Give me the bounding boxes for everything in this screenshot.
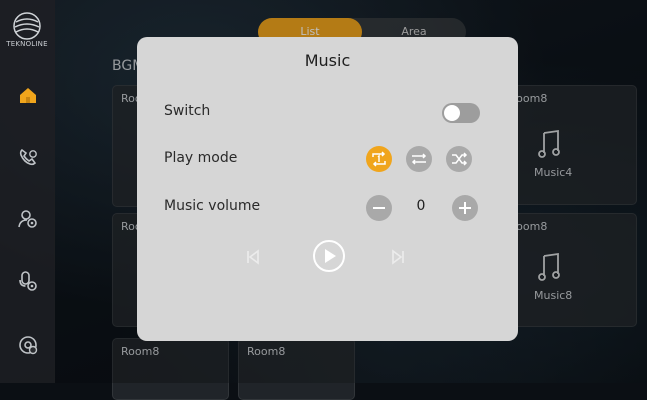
user-settings-icon[interactable] — [17, 208, 39, 230]
switch-label: Switch — [164, 103, 211, 119]
play-mode-label: Play mode — [164, 150, 238, 166]
music-dialog: Music Switch Play mode Music volume 0 — [137, 37, 518, 341]
settings-icon[interactable] — [17, 334, 39, 356]
repeat-one-icon — [372, 151, 386, 167]
repeat-one-button[interactable] — [366, 146, 392, 172]
music-switch-toggle[interactable] — [442, 103, 480, 123]
volume-value: 0 — [416, 198, 426, 214]
home-icon[interactable] — [17, 84, 39, 106]
toggle-knob — [444, 105, 460, 121]
shuffle-button[interactable] — [446, 146, 472, 172]
previous-track-icon[interactable] — [243, 247, 263, 267]
mic-settings-icon[interactable] — [17, 270, 39, 292]
repeat-all-icon — [411, 153, 427, 165]
brand-name: TEKNOLINE — [6, 40, 48, 48]
dialog-title: Music — [304, 51, 351, 70]
next-track-icon[interactable] — [388, 247, 408, 267]
play-icon[interactable] — [312, 239, 346, 273]
volume-decrease-button[interactable] — [366, 195, 392, 221]
repeat-all-button[interactable] — [406, 146, 432, 172]
minus-icon — [373, 207, 385, 209]
phone-icon[interactable] — [17, 146, 39, 168]
volume-increase-button[interactable] — [452, 195, 478, 221]
volume-label: Music volume — [164, 198, 261, 214]
shuffle-icon — [452, 152, 468, 166]
sidebar: TEKNOLINE — [0, 0, 55, 383]
plus-icon — [459, 202, 471, 214]
